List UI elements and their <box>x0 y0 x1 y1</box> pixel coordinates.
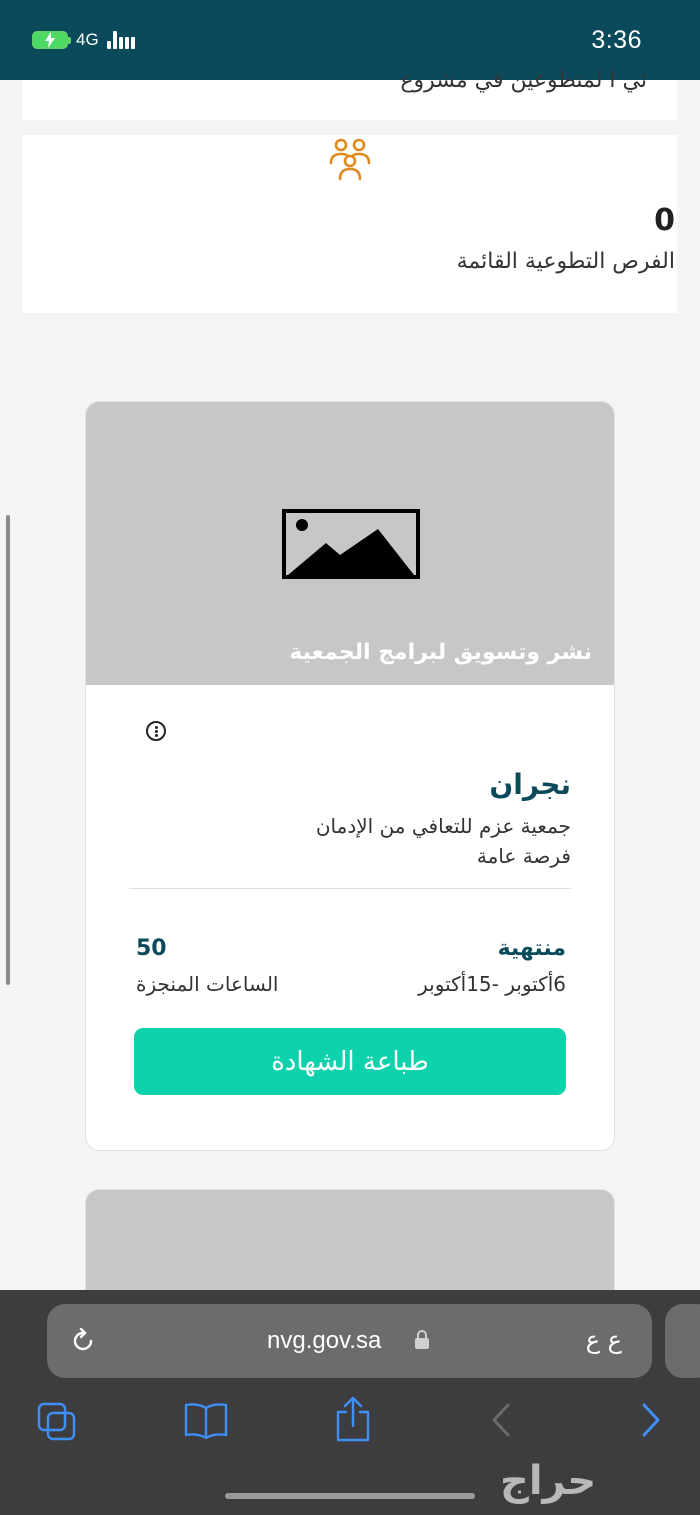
opportunity-image: نشر وتسويق لبرامج الجمعية <box>86 402 614 685</box>
lock-icon <box>415 1330 429 1349</box>
opportunity-title: نشر وتسويق لبرامج الجمعية <box>289 640 592 665</box>
status-indicators: 4G <box>32 30 135 50</box>
browser-toolbar: nvg.gov.sa ع ع حراج <box>0 1290 700 1515</box>
bookmarks-icon[interactable] <box>184 1402 228 1440</box>
battery-charging-icon <box>32 31 71 49</box>
opportunity-city: نجران <box>489 768 571 801</box>
forward-icon[interactable] <box>640 1402 662 1438</box>
image-placeholder-icon <box>282 509 420 579</box>
opportunity-type: فرصة عامة <box>476 844 571 868</box>
network-type: 4G <box>76 30 99 49</box>
signal-strength-icon <box>106 31 135 49</box>
open-opportunities-card: 0 الفرص التطوعية القائمة <box>22 135 677 313</box>
card-divider <box>129 888 571 889</box>
status-time: 3:36 <box>591 26 642 54</box>
next-tab-preview[interactable] <box>665 1304 700 1378</box>
tabs-icon[interactable] <box>37 1402 77 1442</box>
reload-icon[interactable] <box>69 1327 97 1355</box>
open-opportunities-count: 0 <box>654 203 675 238</box>
watermark-logo: حراج <box>500 1458 597 1504</box>
text-size-button[interactable]: ع ع <box>586 1326 622 1354</box>
url-text[interactable]: nvg.gov.sa <box>267 1327 381 1355</box>
opportunity-dates: 6أكتوبر -15أكتوبر <box>418 972 566 996</box>
previous-stat-label: ئي ا لمتطوعين في مشروع <box>400 68 647 93</box>
open-opportunities-label: الفرص التطوعية القائمة <box>456 249 675 274</box>
home-indicator <box>225 1493 475 1499</box>
completed-hours-value: 50 <box>136 936 167 961</box>
opportunity-card[interactable]: نشر وتسويق لبرامج الجمعية نجران جمعية عز… <box>85 401 615 1151</box>
address-bar[interactable]: nvg.gov.sa ع ع <box>47 1304 652 1378</box>
scroll-indicator[interactable] <box>6 515 10 985</box>
print-certificate-button[interactable]: طباعة الشهادة <box>134 1028 566 1095</box>
people-icon <box>329 138 371 181</box>
back-icon[interactable] <box>490 1402 512 1438</box>
completed-hours-label: الساعات المنجزة <box>136 972 279 996</box>
previous-stat-card: ئي ا لمتطوعين في مشروع <box>22 68 677 120</box>
opportunity-organization: جمعية عزم للتعافي من الإدمان <box>315 814 571 838</box>
share-icon[interactable] <box>334 1396 372 1442</box>
more-options-icon[interactable] <box>146 721 166 741</box>
opportunity-status: منتهية <box>497 936 566 961</box>
